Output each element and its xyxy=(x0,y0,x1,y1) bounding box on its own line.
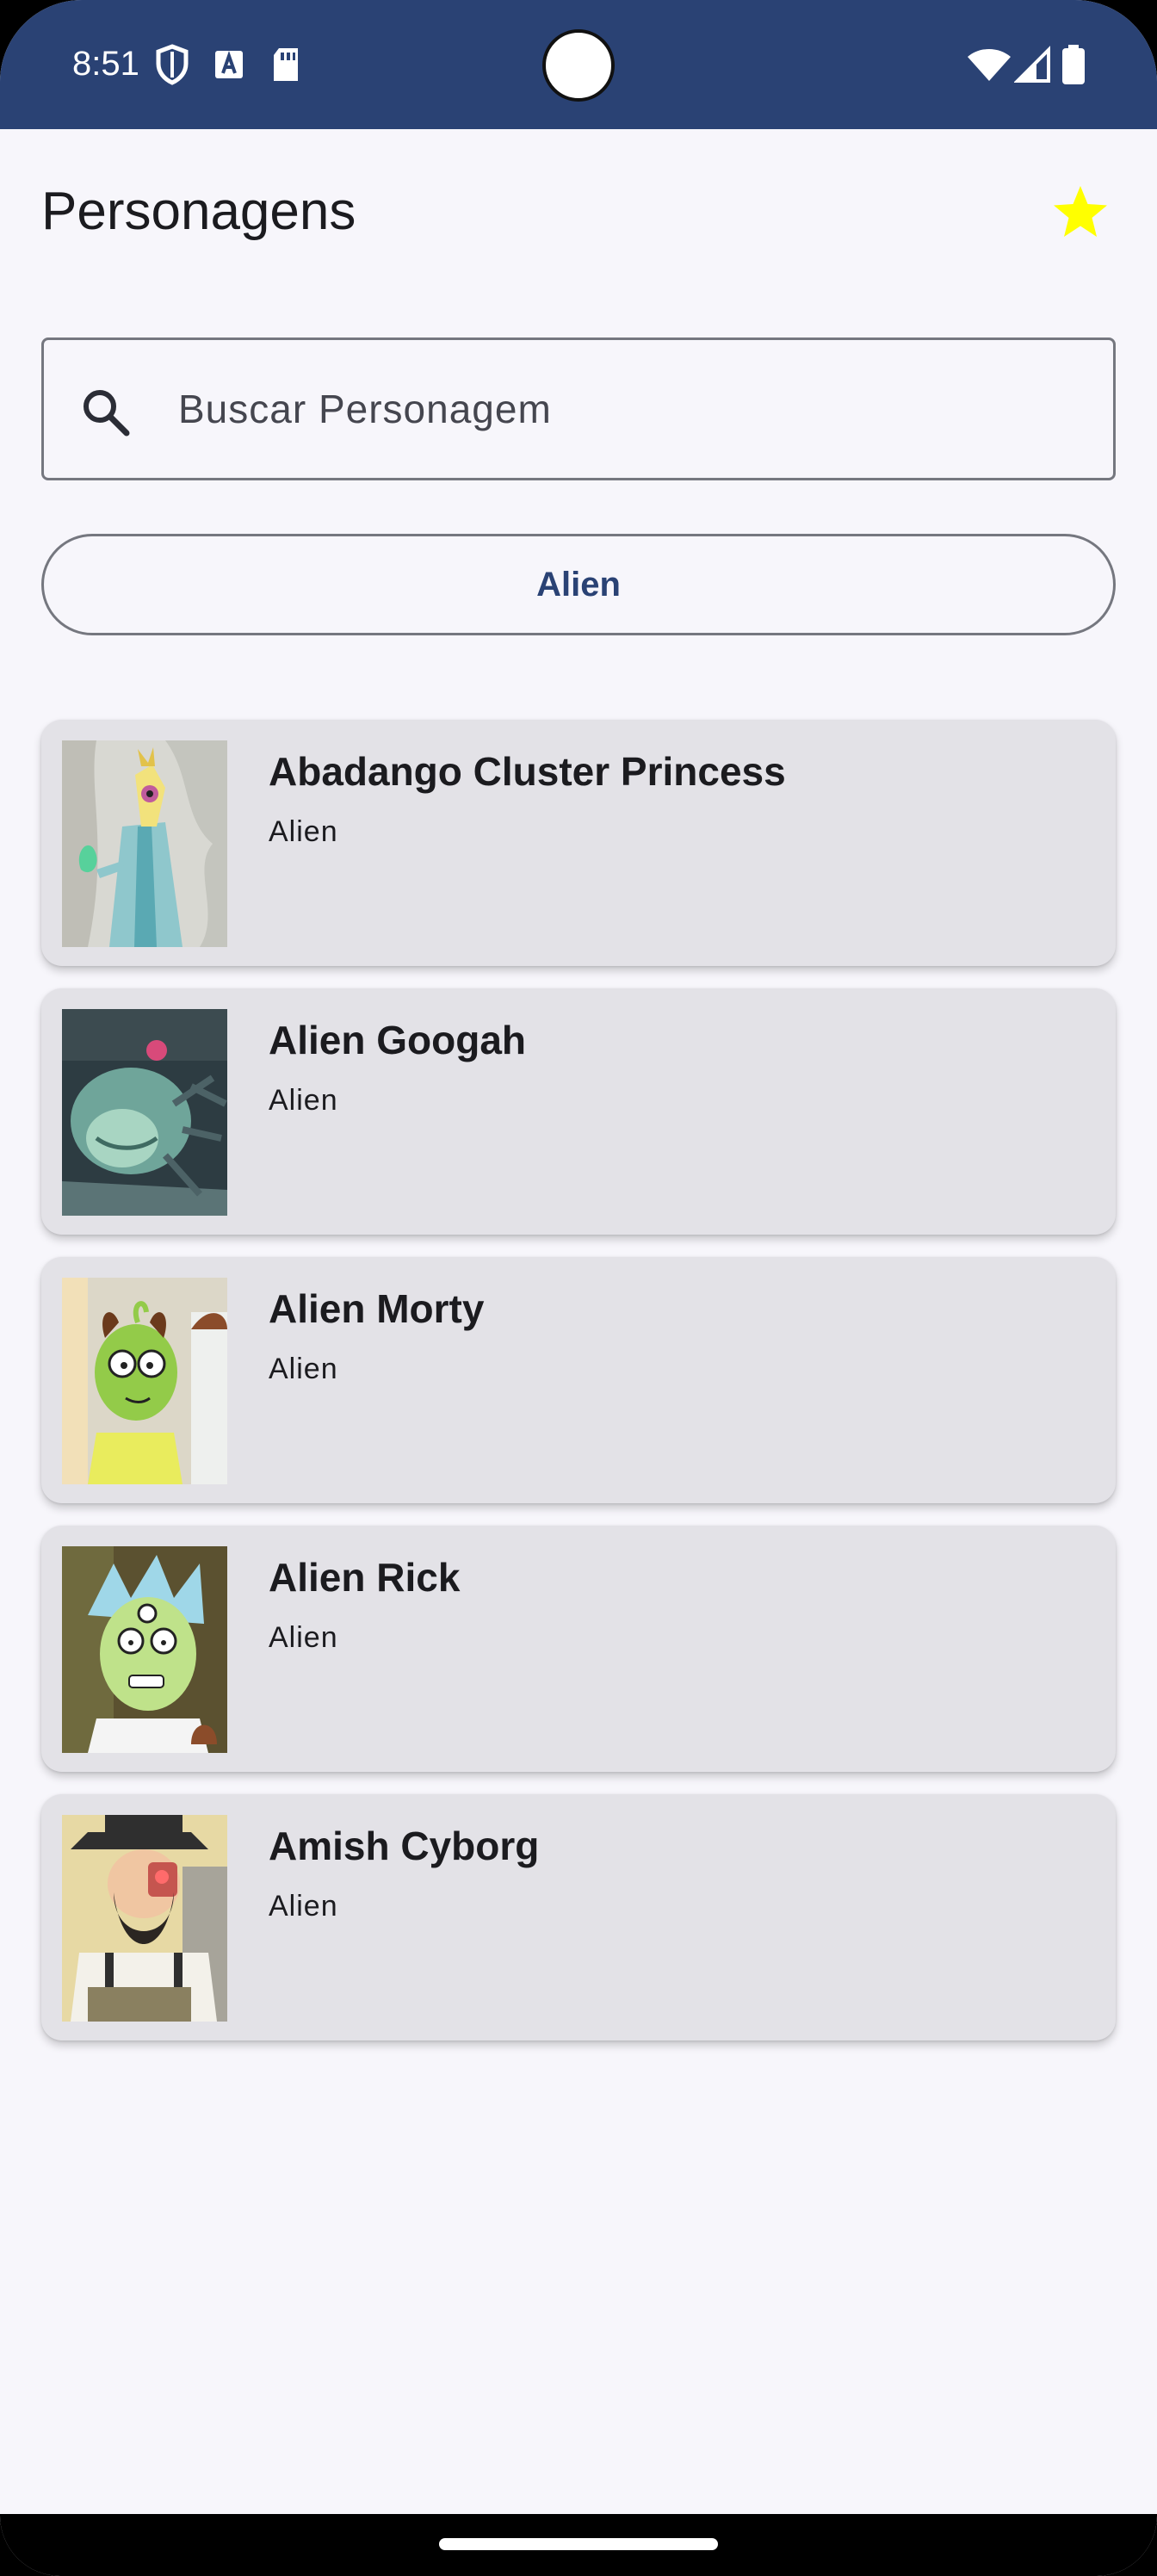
status-bar: 8:51 xyxy=(0,0,1157,129)
camera-cutout xyxy=(542,29,615,102)
character-species: Alien xyxy=(269,1621,338,1654)
navigation-bar xyxy=(0,2514,1157,2576)
app-screen: 8:51 Personagens Buscar Personagem Alien… xyxy=(0,0,1157,2576)
character-species: Alien xyxy=(269,1353,338,1385)
species-filter-button[interactable]: Alien xyxy=(41,534,1116,635)
text-a-icon xyxy=(210,43,248,86)
character-species: Alien xyxy=(269,1890,338,1923)
character-image xyxy=(62,740,227,947)
character-card[interactable]: Alien Googah Alien xyxy=(41,988,1116,1235)
search-field[interactable] xyxy=(41,337,1116,480)
character-name: Amish Cyborg xyxy=(269,1824,540,1868)
character-image xyxy=(62,1278,227,1484)
wifi-icon xyxy=(966,43,1012,86)
favorites-button[interactable] xyxy=(1050,181,1111,241)
star-icon xyxy=(1054,186,1107,237)
search-icon xyxy=(78,385,133,440)
page-title: Personagens xyxy=(41,182,356,241)
shield-icon xyxy=(153,43,191,86)
search-input[interactable] xyxy=(178,369,1073,449)
character-card[interactable]: Abadango Cluster Princess Alien xyxy=(41,720,1116,966)
character-card[interactable]: Alien Rick Alien xyxy=(41,1526,1116,1772)
status-time: 8:51 xyxy=(72,45,139,83)
battery-icon xyxy=(1059,43,1088,86)
character-card[interactable]: Alien Morty Alien xyxy=(41,1257,1116,1503)
character-image xyxy=(62,1815,227,2022)
sd-card-icon xyxy=(267,43,305,86)
character-card[interactable]: Amish Cyborg Alien xyxy=(41,1794,1116,2040)
character-name: Alien Morty xyxy=(269,1286,485,1331)
character-image xyxy=(62,1009,227,1216)
character-image xyxy=(62,1546,227,1753)
home-gesture-handle[interactable] xyxy=(439,2538,718,2550)
character-species: Alien xyxy=(269,1084,338,1117)
character-name: Alien Rick xyxy=(269,1555,461,1600)
character-name: Abadango Cluster Princess xyxy=(269,749,786,794)
signal-icon xyxy=(1013,43,1052,86)
character-name: Alien Googah xyxy=(269,1018,526,1062)
character-species: Alien xyxy=(269,815,338,848)
